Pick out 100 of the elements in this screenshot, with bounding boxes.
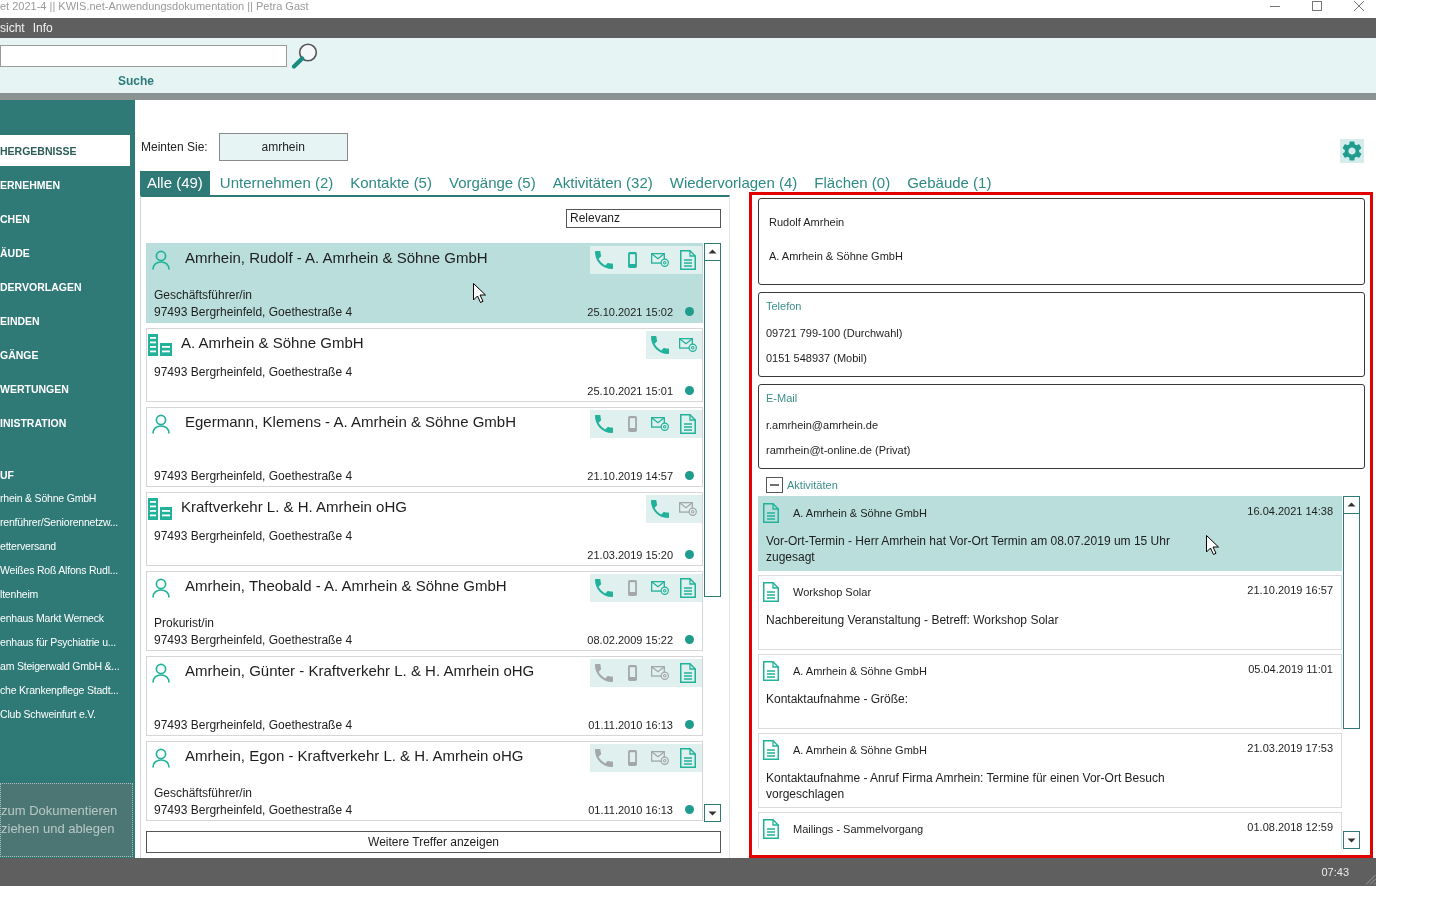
clock-text: 07:43 <box>1321 866 1349 878</box>
history-item[interactable]: etterversand <box>0 534 56 558</box>
timestamp: 16.04.2021 14:38 <box>1247 504 1333 519</box>
sidebar-item[interactable]: WERTUNGEN <box>0 373 130 404</box>
document-icon[interactable] <box>680 414 696 434</box>
phone-icon[interactable] <box>651 336 669 354</box>
detail-value: 0151 548937 (Mobil) <box>766 351 867 366</box>
sort-dropdown[interactable]: Relevanz <box>566 209 721 228</box>
mobile-phone-icon[interactable] <box>627 416 637 432</box>
close-icon[interactable] <box>1354 1 1364 11</box>
phone-icon[interactable] <box>651 500 669 518</box>
activity-card[interactable]: Mailings - Sammelvorgang 01.08.2018 12:59 <box>758 812 1342 849</box>
scroll-up-icon[interactable] <box>704 243 721 261</box>
settings-icon[interactable] <box>1340 139 1364 163</box>
result-card[interactable]: Amrhein, Theobald - A. Amrhein & Söhne GmbH Prokurist/in 97493 Bergrheinfeld, Goethestraße 4 08.02.2009 15:22 <box>146 571 703 651</box>
sidebar-item[interactable]: HERGEBNISSE <box>0 135 130 166</box>
tab[interactable]: Alle (49) <box>140 171 210 195</box>
section-label: Aktivitäten <box>787 477 838 493</box>
activity-card[interactable]: A. Amrhein & Söhne GmbH 21.03.2019 17:53 Kontaktaufnahme - Anruf Firma Amrhein: Termine für einen Vor-Ort Besuch vorgeschlagen <box>758 733 1342 808</box>
menu-item[interactable]: sicht <box>0 20 25 36</box>
scroll-up-icon[interactable] <box>1343 496 1360 514</box>
history-heading: UF <box>0 468 14 483</box>
activity-title: A. Amrhein & Söhne GmbH <box>793 664 927 679</box>
search-field[interactable] <box>0 44 287 67</box>
sidebar-item[interactable]: GÄNGE <box>0 339 130 370</box>
collapse-icon[interactable] <box>766 477 783 493</box>
tab[interactable]: Wiedervorlagen (4) <box>662 171 805 195</box>
sidebar-item[interactable]: EINDEN <box>0 305 130 336</box>
document-icon[interactable] <box>680 663 696 683</box>
phone-icon[interactable] <box>595 251 613 269</box>
sidebar-item[interactable]: ERNEHMEN <box>0 169 130 200</box>
result-card[interactable]: Amrhein, Rudolf - A. Amrhein & Söhne GmbH Geschäftsführer/in 97493 Bergrheinfeld, Goethestraße 4 25.10.2021 15:02 <box>146 243 703 323</box>
detail-value: r.amrhein@amrhein.de <box>766 418 879 433</box>
search-icon[interactable] <box>291 42 318 69</box>
history-item[interactable]: ltenheim <box>0 582 39 606</box>
activity-card[interactable]: A. Amrhein & Söhne GmbH 05.04.2019 11:01 Kontaktaufnahme - Größe: <box>758 654 1342 729</box>
tab[interactable]: Flächen (0) <box>807 171 898 195</box>
history-item[interactable]: renführer/Seniorennetzw... <box>0 510 118 534</box>
menu-item[interactable]: Info <box>32 20 53 36</box>
document-icon <box>763 582 779 602</box>
section-label: E-Mail <box>766 391 798 406</box>
history-item[interactable]: che Krankenpflege Stadt... <box>0 678 119 702</box>
phone-icon[interactable] <box>595 579 613 597</box>
mobile-phone-icon[interactable] <box>627 252 637 268</box>
scroll-thumb[interactable] <box>1343 513 1360 729</box>
email-icon[interactable] <box>651 253 669 267</box>
suggestion-button[interactable]: amrhein <box>218 133 348 161</box>
history-item[interactable]: Weißes Roß Alfons Rudl... <box>0 558 118 582</box>
email-icon[interactable] <box>651 666 669 680</box>
history-item[interactable]: rhein & Söhne GmbH <box>0 486 97 510</box>
email-icon[interactable] <box>651 417 669 431</box>
building-icon <box>148 334 172 356</box>
tab[interactable]: Vorgänge (5) <box>441 171 543 195</box>
result-card[interactable]: Kraftverkehr L. & H. Amrhein oHG 97493 Bergrheinfeld, Goethestraße 4 21.03.2019 15:20 <box>146 492 703 566</box>
document-icon[interactable] <box>680 250 696 270</box>
history-item[interactable]: am Steigerwald GmbH &... <box>0 654 120 678</box>
status-dot-icon <box>685 550 694 559</box>
tab[interactable]: Aktivitäten (32) <box>545 171 660 195</box>
history-item[interactable]: enhaus Markt Werneck <box>0 606 104 630</box>
timestamp: 08.02.2009 15:22 <box>587 633 673 646</box>
result-card[interactable]: Egermann, Klemens - A. Amrhein & Söhne GmbH 97493 Bergrheinfeld, Goethestraße 4 21.10.2019 14:57 <box>146 407 703 487</box>
phone-icon[interactable] <box>595 664 613 682</box>
more-results-button[interactable]: Weitere Treffer anzeigen <box>146 831 721 853</box>
maximize-icon[interactable] <box>1312 1 1322 11</box>
drop-zone[interactable]: zum Dokumentieren ziehen und ablegen <box>0 783 133 857</box>
result-card[interactable]: Amrhein, Günter - Kraftverkehr L. & H. Amrhein oHG 97493 Bergrheinfeld, Goethestraße 4 01.11.2010 16:13 <box>146 656 703 736</box>
resize-grip-icon[interactable] <box>1365 874 1376 885</box>
scroll-thumb[interactable] <box>704 260 721 597</box>
phone-icon[interactable] <box>595 415 613 433</box>
document-icon[interactable] <box>680 578 696 598</box>
email-icon[interactable] <box>679 502 697 516</box>
history-item[interactable]: enhaus für Psychiatrie u... <box>0 630 116 654</box>
phone-icon[interactable] <box>595 749 613 767</box>
document-icon <box>763 740 779 760</box>
result-card[interactable]: Amrhein, Egon - Kraftverkehr L. & H. Amrhein oHG Geschäftsführer/in 97493 Bergrheinfeld, Goethestraße 4 01.11.2010 16:13 <box>146 741 703 821</box>
address-text: 97493 Bergrheinfeld, Goethestraße 4 <box>153 304 353 319</box>
sidebar-item[interactable]: CHEN <box>0 203 130 234</box>
mobile-phone-icon[interactable] <box>627 580 637 596</box>
sidebar-item[interactable]: DERVORLAGEN <box>0 271 130 302</box>
activity-card[interactable]: A. Amrhein & Söhne GmbH 16.04.2021 14:38 Vor-Ort-Termin - Herr Amrhein hat Vor-Ort Termin am 08.07.2019 um 15 Uhr zugesagt <box>758 496 1342 571</box>
status-dot-icon <box>685 805 694 814</box>
email-icon[interactable] <box>651 751 669 765</box>
scroll-down-icon[interactable] <box>1343 831 1360 849</box>
tab[interactable]: Gebäude (1) <box>900 171 999 195</box>
sidebar-item[interactable]: ÄUDE <box>0 237 130 268</box>
tab[interactable]: Kontakte (5) <box>343 171 439 195</box>
scroll-down-icon[interactable] <box>704 804 721 822</box>
role-text: Geschäftsführer/in <box>153 287 253 302</box>
activity-card[interactable]: Workshop Solar 21.10.2019 16:57 Nachbereitung Veranstaltung - Betreff: Workshop Solar <box>758 575 1342 650</box>
tab[interactable]: Unternehmen (2) <box>212 171 341 195</box>
sidebar-item[interactable]: INISTRATION <box>0 407 130 438</box>
history-item[interactable]: Club Schweinfurt e.V. <box>0 702 96 726</box>
mobile-phone-icon[interactable] <box>627 665 637 681</box>
email-icon[interactable] <box>679 338 697 352</box>
mobile-phone-icon[interactable] <box>627 750 637 766</box>
address-text: 97493 Bergrheinfeld, Goethestraße 4 <box>153 528 353 543</box>
email-icon[interactable] <box>651 581 669 595</box>
result-card[interactable]: A. Amrhein & Söhne GmbH 97493 Bergrheinfeld, Goethestraße 4 25.10.2021 15:01 <box>146 328 703 402</box>
timestamp: 21.10.2019 14:57 <box>587 469 673 482</box>
document-icon[interactable] <box>680 748 696 768</box>
